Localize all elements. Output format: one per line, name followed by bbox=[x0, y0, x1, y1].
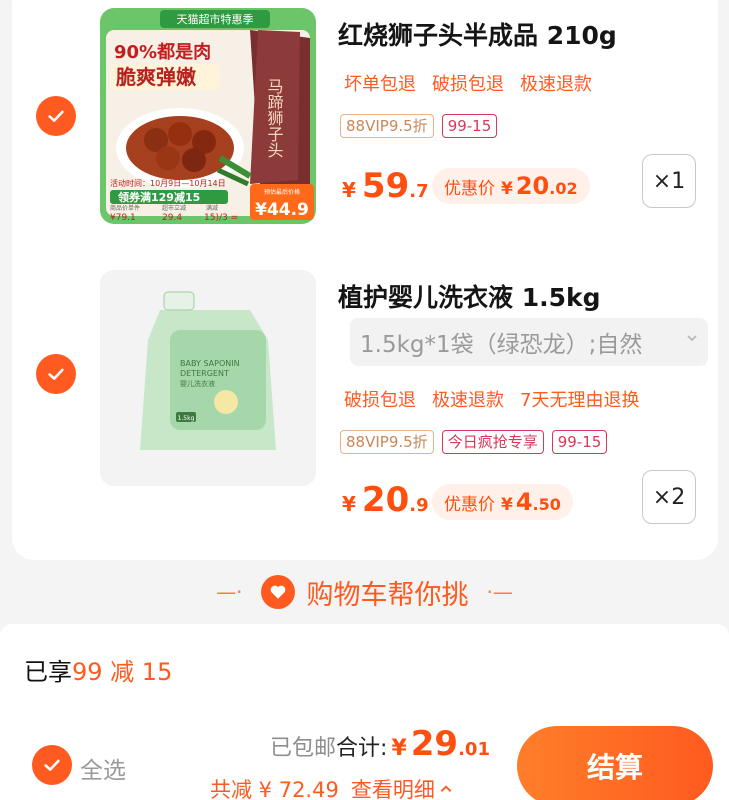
free-shipping-label: 已包邮 bbox=[270, 736, 337, 761]
chevron-down-icon bbox=[686, 332, 698, 348]
image-final-label: 预估最后价格 bbox=[264, 188, 300, 196]
quantity-button[interactable]: ×1 bbox=[642, 154, 696, 208]
price-integer: 59 bbox=[361, 166, 410, 206]
select-all-label[interactable]: 全选 bbox=[80, 751, 126, 785]
product-title[interactable]: 植护婴儿洗衣液 1.5kg bbox=[338, 278, 601, 314]
checkout-button[interactable]: 结算 bbox=[517, 726, 713, 800]
image-headline-2: 脆爽弹嫩 bbox=[116, 65, 197, 89]
discount-label: 优惠价 bbox=[444, 495, 495, 515]
cart-card: 天猫超市特惠季 90%都是肉 脆爽弹嫩 马蹄狮子头 活动时间：10月9日—10月… bbox=[12, 0, 718, 560]
cart-helper-banner[interactable]: —· 购物车帮你挑 ·— bbox=[0, 572, 729, 612]
savings-detail-link[interactable]: 共减 ¥ 72.49 查看明细 bbox=[210, 774, 453, 800]
image-label-3: 婴儿洗衣液 bbox=[180, 379, 215, 388]
image-row2-val1: ¥79.1 bbox=[110, 213, 136, 223]
discount-currency: ¥ bbox=[501, 495, 513, 515]
image-event: 活动时间：10月9日—10月14日 bbox=[110, 178, 226, 188]
quantity-button[interactable]: ×2 bbox=[642, 470, 696, 524]
select-all-check-icon[interactable] bbox=[32, 745, 72, 785]
discount-price-pill: 优惠价 ¥ 20 .02 bbox=[432, 168, 590, 204]
image-final-price: ¥44.9 bbox=[255, 200, 309, 220]
applied-prefix: 已享 bbox=[24, 658, 72, 686]
sku-text: 1.5kg*1袋（绿恐龙）;自然 bbox=[360, 332, 643, 358]
applied-discount: 已享99 减 15 bbox=[24, 652, 172, 687]
service-tag: 极速退款 bbox=[520, 74, 592, 95]
promo-badges: 88VIP9.5折 99-15 bbox=[340, 114, 498, 138]
helper-left-divider: —· bbox=[216, 580, 243, 604]
price-currency: ¥ bbox=[342, 492, 356, 516]
image-headline-1: 90%都是肉 bbox=[114, 41, 211, 63]
helper-right-divider: ·— bbox=[486, 580, 513, 604]
service-tags: 破损包退 极速退款 7天无理由退换 bbox=[344, 386, 639, 412]
image-label-1: BABY SAPONIN bbox=[180, 359, 240, 368]
total-decimal: .01 bbox=[458, 739, 490, 760]
vip-badge: 88VIP9.5折 bbox=[340, 430, 434, 454]
total-currency: ¥ bbox=[391, 736, 407, 761]
service-tag: 极速退款 bbox=[432, 390, 504, 411]
service-tag: 破损包退 bbox=[432, 74, 504, 95]
price-currency: ¥ bbox=[342, 178, 356, 202]
applied-value: 99 减 15 bbox=[72, 658, 173, 686]
cart-item[interactable]: 天猫超市特惠季 90%都是肉 脆爽弹嫩 马蹄狮子头 活动时间：10月9日—10月… bbox=[12, 0, 718, 240]
item-check-icon[interactable] bbox=[36, 354, 76, 394]
flash-sale-badge: 今日疯抢专享 bbox=[441, 430, 544, 454]
promo-badges: 88VIP9.5折 今日疯抢专享 99-15 bbox=[340, 430, 608, 454]
price-integer: 20 bbox=[361, 480, 410, 520]
vip-badge: 88VIP9.5折 bbox=[340, 114, 434, 138]
cart-item[interactable]: BABY SAPONIN DETERGENT 婴儿洗衣液 1.5kg 植护婴儿洗… bbox=[12, 262, 718, 524]
helper-text: 购物车帮你挑 bbox=[306, 579, 469, 611]
view-detail-text[interactable]: 查看明细 bbox=[351, 774, 435, 800]
product-image-detergent[interactable]: BABY SAPONIN DETERGENT 婴儿洗衣液 1.5kg bbox=[100, 270, 316, 486]
coupon-badge: 99-15 bbox=[441, 114, 498, 138]
price-decimal: .7 bbox=[409, 181, 429, 202]
image-row2-val3: 15)/3 = bbox=[204, 213, 238, 223]
product-image-meatball[interactable]: 天猫超市特惠季 90%都是肉 脆爽弹嫩 马蹄狮子头 活动时间：10月9日—10月… bbox=[100, 8, 316, 224]
item-check-icon[interactable] bbox=[36, 96, 76, 136]
image-label-2: DETERGENT bbox=[180, 369, 229, 378]
item-price: ¥ 59 .7 bbox=[342, 166, 429, 206]
sku-selector[interactable]: 1.5kg*1袋（绿恐龙）;自然 bbox=[350, 318, 708, 366]
image-size: 1.5kg bbox=[178, 415, 195, 422]
image-banner-text: 天猫超市特惠季 bbox=[177, 12, 254, 26]
image-row1-label2: 超市立减 bbox=[162, 204, 186, 212]
image-bag-text: 马蹄狮子头 bbox=[265, 78, 284, 158]
savings-text: 共减 ¥ 72.49 bbox=[210, 778, 339, 800]
total-label: 合计: bbox=[336, 736, 388, 761]
discount-decimal: .50 bbox=[532, 495, 561, 514]
discount-price-pill: 优惠价 ¥ 4 .50 bbox=[432, 484, 573, 520]
service-tag: 坏单包退 bbox=[344, 74, 416, 95]
discount-decimal: .02 bbox=[549, 179, 578, 198]
discount-currency: ¥ bbox=[501, 179, 513, 199]
image-coupon: 领券满129减15 bbox=[117, 190, 200, 204]
service-tag: 破损包退 bbox=[344, 390, 416, 411]
service-tags: 坏单包退 破损包退 极速退款 bbox=[344, 70, 592, 96]
image-row1-label3: 满减 bbox=[206, 204, 218, 212]
discount-integer: 4 bbox=[515, 488, 533, 516]
service-tag: 7天无理由退换 bbox=[520, 390, 640, 411]
image-row2-val2: 29.4 bbox=[162, 213, 182, 223]
discount-label: 优惠价 bbox=[444, 179, 495, 199]
total-integer: 29 bbox=[410, 724, 459, 764]
discount-integer: 20 bbox=[515, 172, 550, 200]
heart-icon bbox=[260, 575, 295, 609]
item-price: ¥ 20 .9 bbox=[342, 480, 429, 520]
product-title[interactable]: 红烧狮子头半成品 210g bbox=[338, 16, 617, 52]
price-decimal: .9 bbox=[409, 495, 429, 516]
image-row1-label1: 商品价单件 bbox=[110, 204, 140, 212]
total-amount: 已包邮 合计: ¥ 29 .01 bbox=[270, 724, 490, 764]
caret-up-icon[interactable] bbox=[439, 777, 453, 800]
coupon-badge: 99-15 bbox=[551, 430, 608, 454]
checkout-bar: 已享99 减 15 全选 已包邮 合计: ¥ 29 .01 共减 ¥ 72.49… bbox=[0, 624, 729, 800]
